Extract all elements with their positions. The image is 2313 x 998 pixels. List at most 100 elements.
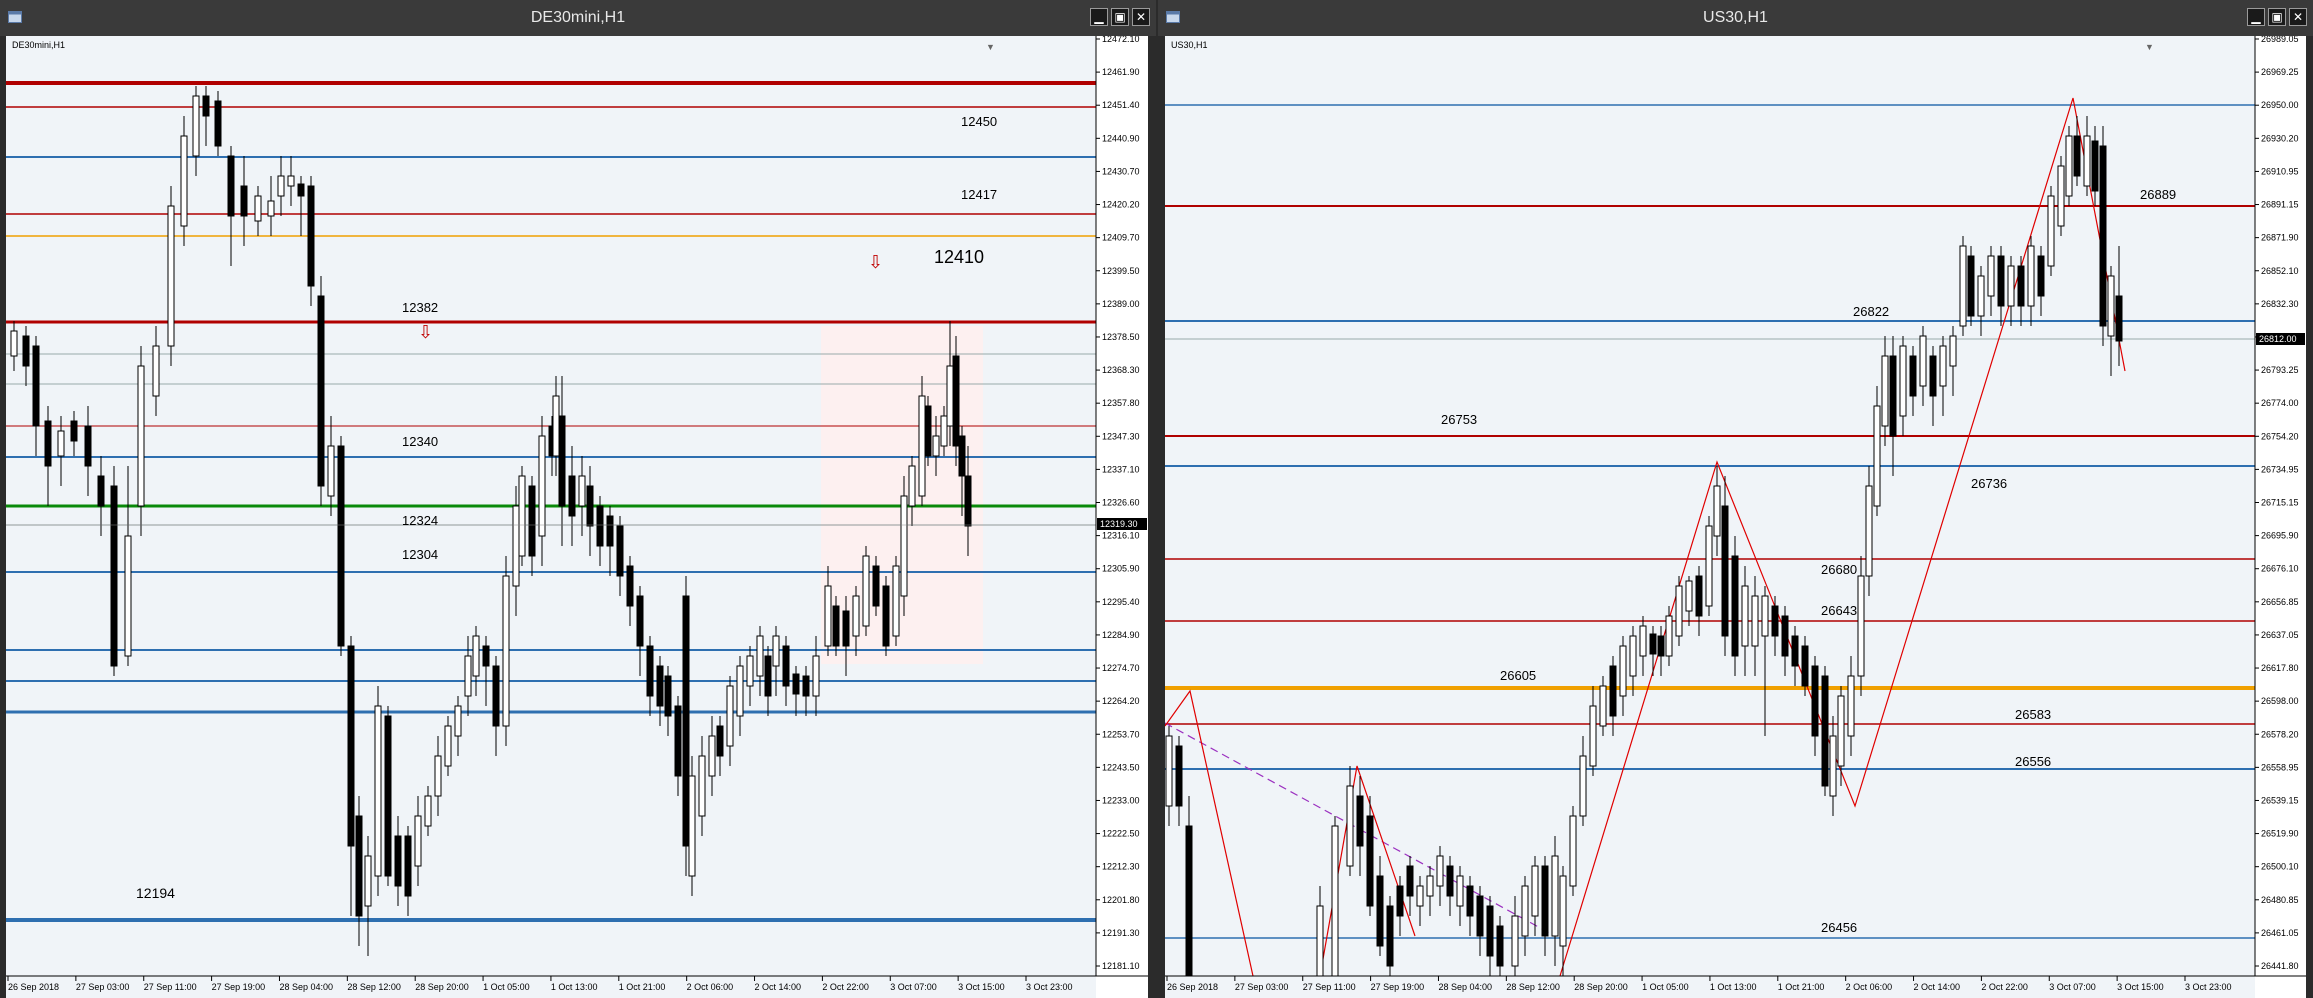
level-label: 26889: [2140, 187, 2176, 202]
level-label: 12382: [402, 300, 438, 315]
chart-area[interactable]: ⇩ ⇩ 12450 12417 12410 12382 12340 12324 …: [6, 36, 1148, 998]
scroll-marker-icon[interactable]: ▼: [2145, 42, 2154, 52]
maximize-icon: ▣: [2271, 10, 2283, 24]
price-tick-label: 12368.30: [1102, 365, 1140, 375]
time-tick-label: 28 Sep 04:00: [279, 982, 333, 992]
level-label: 12340: [402, 434, 438, 449]
price-tick-label: 26637.05: [2261, 630, 2299, 640]
minimize-button[interactable]: ▁: [2247, 8, 2265, 26]
time-tick-label: 2 Oct 06:00: [1846, 982, 1893, 992]
minimize-icon: ▁: [2251, 10, 2261, 24]
time-tick-label: 3 Oct 23:00: [1026, 982, 1073, 992]
price-tick-label: 26558.95: [2261, 762, 2299, 772]
price-tick-label: 12409.70: [1102, 233, 1140, 243]
time-tick-label: 3 Oct 23:00: [2185, 982, 2232, 992]
price-tick-label: 12181.10: [1102, 961, 1140, 971]
time-tick-label: 2 Oct 22:00: [822, 982, 869, 992]
close-icon: ✕: [1135, 10, 1147, 24]
time-tick-label: 3 Oct 15:00: [2117, 982, 2164, 992]
level-label: 26556: [2015, 754, 2051, 769]
chart-window-us30[interactable]: US30,H1 ▁ ▣ ✕ 26889 26822 26753 26736 26…: [1158, 0, 2313, 998]
close-button[interactable]: ✕: [2289, 8, 2307, 26]
price-tick-label: 26969.25: [2261, 67, 2299, 77]
price-tick-label: 26598.00: [2261, 696, 2299, 706]
level-label: 26680: [1821, 562, 1857, 577]
svg-text:⇩: ⇩: [418, 322, 433, 343]
price-tick-label: 26989.05: [2261, 36, 2299, 44]
time-tick-label: 1 Oct 21:00: [619, 982, 666, 992]
price-tick-label: 12347.30: [1102, 431, 1140, 441]
price-tick-label: 26539.15: [2261, 795, 2299, 805]
price-tick-label: 26461.05: [2261, 928, 2299, 938]
price-tick-label: 26734.95: [2261, 464, 2299, 474]
maximize-button[interactable]: ▣: [2268, 8, 2286, 26]
price-tick-label: 26695.90: [2261, 531, 2299, 541]
chart-window-de30[interactable]: DE30mini,H1 ▁ ▣ ✕ ⇩ ⇩ 12450 12417 12410 …: [0, 0, 1156, 998]
time-tick-label: 27 Sep 19:00: [212, 982, 266, 992]
price-tick-label: 26617.80: [2261, 663, 2299, 673]
price-tick-label: 26891.15: [2261, 200, 2299, 210]
time-tick-label: 28 Sep 20:00: [1574, 982, 1628, 992]
price-tick-label: 26656.85: [2261, 597, 2299, 607]
time-tick-label: 26 Sep 2018: [8, 982, 59, 992]
price-tick-label: 26480.85: [2261, 895, 2299, 905]
level-label: 26753: [1441, 412, 1477, 427]
price-tick-label: 12233.00: [1102, 795, 1140, 805]
time-tick-label: 1 Oct 13:00: [551, 982, 598, 992]
time-tick-label: 1 Oct 05:00: [1642, 982, 1689, 992]
window-titlebar[interactable]: US30,H1 ▁ ▣ ✕: [1158, 0, 2313, 36]
time-tick-label: 3 Oct 15:00: [958, 982, 1005, 992]
price-tick-label: 12420.20: [1102, 200, 1140, 210]
window-title: US30,H1: [1703, 9, 1768, 26]
time-tick-label: 2 Oct 14:00: [755, 982, 802, 992]
maximize-button[interactable]: ▣: [1111, 8, 1129, 26]
price-tick-label: 12461.90: [1102, 67, 1140, 77]
minimize-button[interactable]: ▁: [1090, 8, 1108, 26]
price-tick-label: 12451.40: [1102, 100, 1140, 110]
symbol-label: US30,H1: [1171, 40, 1208, 50]
price-tick-label: 12305.90: [1102, 564, 1140, 574]
price-axis[interactable]: [2255, 36, 2306, 998]
price-tick-label: 26852.10: [2261, 266, 2299, 276]
price-axis[interactable]: [1096, 36, 1148, 998]
level-label: 12417: [961, 187, 997, 202]
maximize-icon: ▣: [1114, 10, 1126, 24]
price-tick-label: 12191.30: [1102, 928, 1140, 938]
chart-area[interactable]: 26889 26822 26753 26736 26680 26643 2660…: [1165, 36, 2306, 998]
level-label: 26736: [1971, 476, 2007, 491]
price-tick-label: 26774.00: [2261, 398, 2299, 408]
time-tick-label: 28 Sep 12:00: [347, 982, 401, 992]
level-label: 26583: [2015, 707, 2051, 722]
price-tick-label: 12284.90: [1102, 630, 1140, 640]
current-price-value: 12319.30: [1100, 519, 1138, 529]
level-label: 26605: [1500, 668, 1536, 683]
price-tick-label: 26578.20: [2261, 729, 2299, 739]
price-tick-label: 12253.70: [1102, 729, 1140, 739]
time-tick-label: 2 Oct 22:00: [1981, 982, 2028, 992]
price-tick-label: 26910.95: [2261, 166, 2299, 176]
price-tick-label: 26950.00: [2261, 100, 2299, 110]
level-label: 26456: [1821, 920, 1857, 935]
time-tick-label: 27 Sep 19:00: [1371, 982, 1425, 992]
level-label: 26643: [1821, 603, 1857, 618]
time-tick-label: 1 Oct 13:00: [1710, 982, 1757, 992]
price-tick-label: 12440.90: [1102, 133, 1140, 143]
window-title: DE30mini,H1: [530, 9, 626, 26]
close-button[interactable]: ✕: [1132, 8, 1150, 26]
price-tick-label: 26676.10: [2261, 564, 2299, 574]
price-tick-label: 12316.10: [1102, 531, 1140, 541]
window-titlebar[interactable]: DE30mini,H1 ▁ ▣ ✕: [0, 0, 1156, 36]
price-tick-label: 12274.70: [1102, 663, 1140, 673]
time-tick-label: 3 Oct 07:00: [2049, 982, 2096, 992]
price-tick-label: 26441.80: [2261, 961, 2299, 971]
time-tick-label: 3 Oct 07:00: [890, 982, 937, 992]
time-tick-label: 27 Sep 11:00: [144, 982, 197, 992]
price-tick-label: 12337.10: [1102, 464, 1140, 474]
symbol-label: DE30mini,H1: [12, 40, 65, 50]
price-tick-label: 26500.10: [2261, 862, 2299, 872]
svg-text:⇩: ⇩: [868, 252, 883, 273]
price-tick-label: 12222.50: [1102, 829, 1140, 839]
price-tick-label: 26832.30: [2261, 299, 2299, 309]
scroll-marker-icon[interactable]: ▼: [986, 42, 995, 52]
price-tick-label: 12378.50: [1102, 332, 1140, 342]
